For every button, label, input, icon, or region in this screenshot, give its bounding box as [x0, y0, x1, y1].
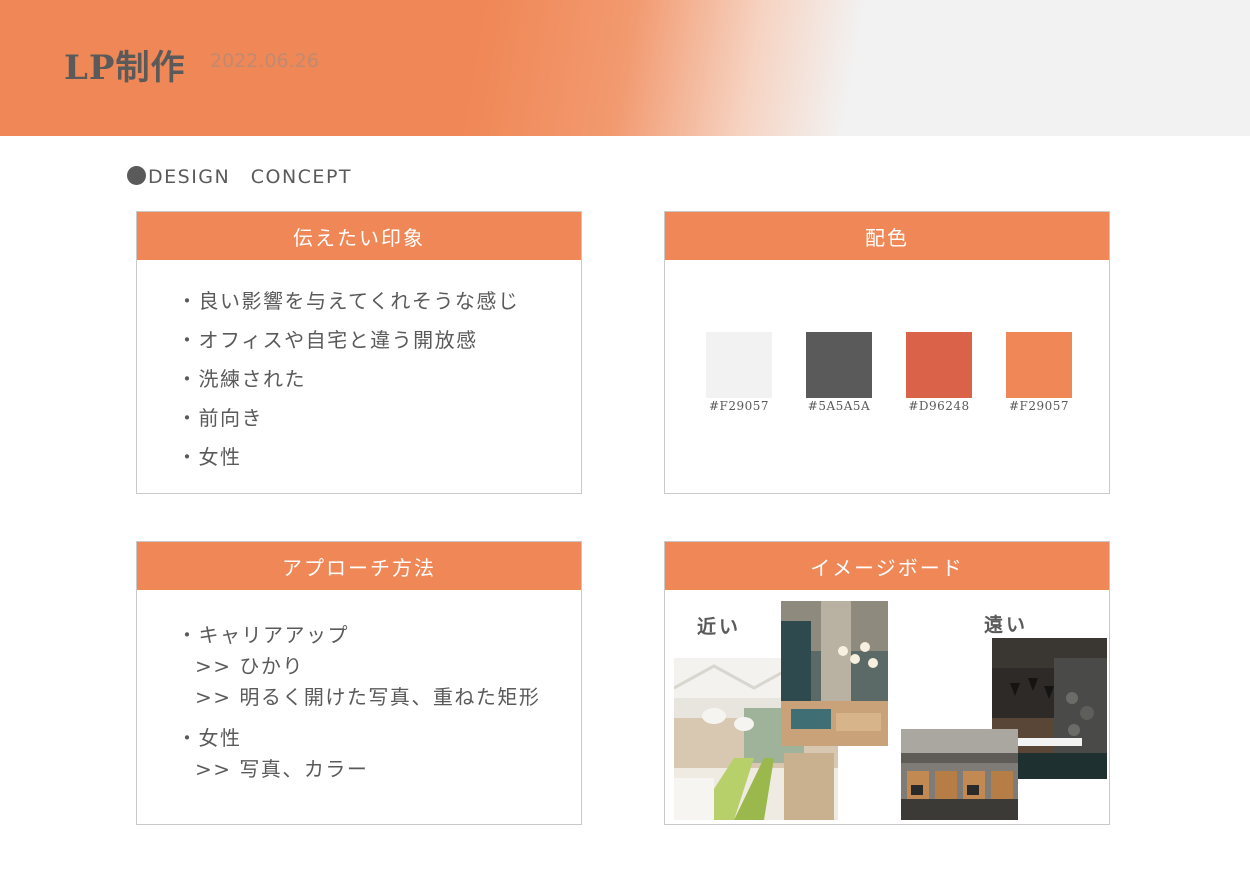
page-title: LP制作: [64, 48, 186, 88]
impression-list: ・良い影響を与えてくれそうな感じ ・オフィスや自宅と違う開放感 ・洗練された ・…: [177, 282, 519, 477]
color-swatch: [906, 332, 972, 398]
list-subitem: >> ひかり: [195, 654, 304, 678]
impression-card: 伝えたい印象 ・良い影響を与えてくれそうな感じ ・オフィスや自宅と違う開放感 ・…: [136, 211, 582, 494]
color-hex-label: #5A5A5A: [807, 399, 871, 413]
color-card-title: 配色: [665, 212, 1109, 260]
far-label: 遠い: [984, 614, 1029, 636]
list-item: ・オフィスや自宅と違う開放感: [177, 328, 478, 352]
lounge-photo: [781, 601, 888, 746]
section-heading-text: DESIGN CONCEPT: [148, 166, 353, 188]
list-item: ・女性: [177, 445, 242, 469]
color-swatch: [806, 332, 872, 398]
list-item: ・良い影響を与えてくれそうな感じ: [177, 289, 520, 313]
impression-card-title: 伝えたい印象: [137, 212, 581, 260]
approach-list: ・キャリアアップ >> ひかり >> 明るく開けた写真、重ねた矩形 ・女性 >>…: [177, 620, 540, 785]
list-item: ・前向き: [177, 406, 263, 430]
bullet-dot-icon: [127, 166, 146, 185]
page-date: 2022.06.26: [210, 50, 319, 72]
list-subitem: >> 明るく開けた写真、重ねた矩形: [195, 685, 541, 709]
color-swatch: [706, 332, 772, 398]
list-item: ・女性: [177, 726, 242, 750]
color-card: 配色 #F29057 #5A5A5A #D96248 #F29057: [664, 211, 1110, 494]
booth-office-photo: [901, 729, 1018, 820]
near-label: 近い: [697, 616, 742, 638]
color-hex-label: #F29057: [708, 399, 770, 413]
approach-card: アプローチ方法 ・キャリアアップ >> ひかり >> 明るく開けた写真、重ねた矩…: [136, 541, 582, 825]
color-hex-label: #D96248: [908, 399, 970, 413]
list-subitem: >> 写真、カラー: [195, 757, 369, 781]
list-item: ・キャリアアップ: [177, 623, 349, 647]
color-hex-label: #F29057: [1008, 399, 1070, 413]
approach-card-title: アプローチ方法: [137, 542, 581, 590]
header-banner: [0, 0, 1250, 136]
imageboard-card: イメージボード 近い 遠い: [664, 541, 1110, 825]
color-swatch: [1006, 332, 1072, 398]
list-item: ・洗練された: [177, 367, 306, 391]
imageboard-card-title: イメージボード: [665, 542, 1109, 590]
section-heading: DESIGN CONCEPT: [127, 162, 352, 189]
